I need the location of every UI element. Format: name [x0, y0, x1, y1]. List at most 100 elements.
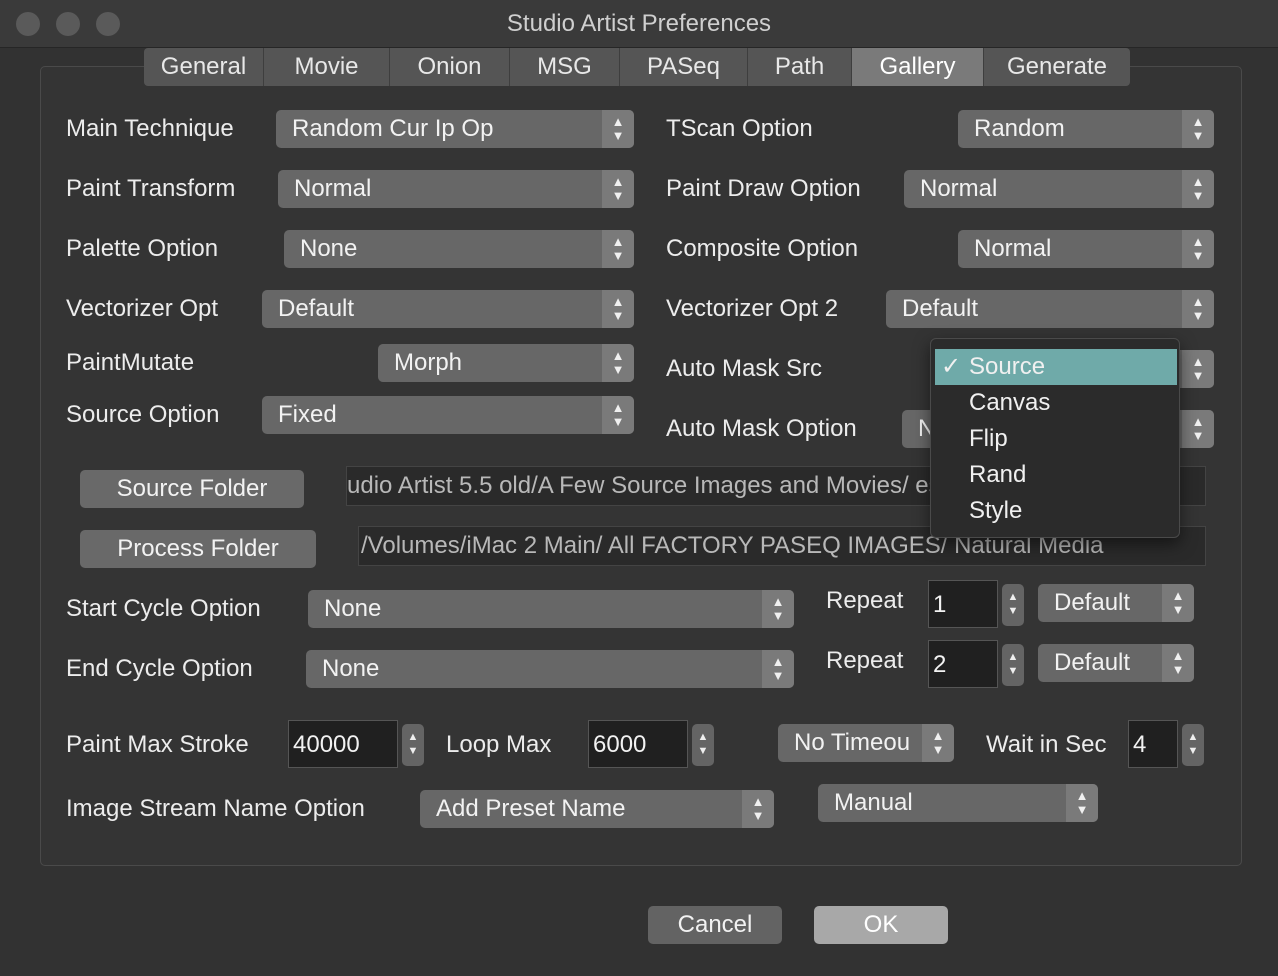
loop-max-stepper[interactable]: ▲ ▼	[692, 724, 714, 766]
updown-arrows-icon: ▲ ▼	[1182, 350, 1214, 388]
paint-max-stroke-field[interactable]: 40000	[288, 720, 398, 768]
updown-arrows-icon: ▲ ▼	[1162, 644, 1194, 682]
updown-arrows-icon: ▲ ▼	[1182, 230, 1214, 268]
updown-arrows-icon: ▲ ▼	[602, 290, 634, 328]
stream-mode-popup[interactable]: Manual ▲ ▼	[818, 784, 1098, 822]
composite-option-label: Composite Option	[666, 235, 859, 262]
start-repeat-label: Repeat	[826, 587, 904, 614]
paint-draw-option-value: Normal	[920, 175, 998, 202]
updown-arrows-icon: ▲ ▼	[1182, 170, 1214, 208]
updown-arrows-icon: ▲ ▼	[602, 344, 634, 382]
tab-msg[interactable]: MSG	[510, 48, 620, 86]
updown-arrows-icon: ▲ ▼	[1182, 290, 1214, 328]
main-technique-label: Main Technique	[66, 115, 234, 142]
preferences-tab-bar: General Movie Onion MSG PASeq Path Galle…	[144, 48, 1130, 86]
main-technique-popup[interactable]: Random Cur Ip Op ▲ ▼	[276, 110, 634, 148]
end-cycle-option-value: None	[322, 655, 380, 682]
updown-arrows-icon: ▲ ▼	[762, 590, 794, 628]
vectorizer-opt-2-value: Default	[902, 295, 979, 322]
paint-transform-label: Paint Transform	[66, 175, 236, 202]
start-cycle-option-popup[interactable]: None ▲ ▼	[308, 590, 794, 628]
vectorizer-opt-value: Default	[278, 295, 355, 322]
source-folder-path-text: udio Artist 5.5 old/A Few Source Images …	[347, 472, 941, 499]
palette-option-label: Palette Option	[66, 235, 219, 262]
source-option-label: Source Option	[66, 401, 220, 428]
source-folder-button[interactable]: Source Folder	[80, 470, 304, 508]
updown-arrows-icon: ▲ ▼	[1066, 784, 1098, 822]
wait-in-sec-stepper[interactable]: ▲ ▼	[1182, 724, 1204, 766]
timeout-popup[interactable]: No Timeou ▲ ▼	[778, 724, 954, 762]
paint-max-stroke-stepper[interactable]: ▲ ▼	[402, 724, 424, 766]
updown-arrows-icon: ▲ ▼	[602, 110, 634, 148]
start-repeat-stepper[interactable]: ▲ ▼	[1002, 584, 1024, 626]
cancel-button[interactable]: Cancel	[648, 906, 782, 944]
vectorizer-opt-2-label: Vectorizer Opt 2	[666, 295, 839, 322]
start-cycle-option-value: None	[324, 595, 382, 622]
window-title: Studio Artist Preferences	[506, 10, 772, 37]
paint-draw-option-popup[interactable]: Normal ▲ ▼	[904, 170, 1214, 208]
auto-mask-option-label: Auto Mask Option	[666, 415, 857, 442]
menu-item-canvas[interactable]: Canvas	[935, 385, 1177, 421]
auto-mask-src-menu: ✓ Source Canvas Flip Rand Style	[930, 338, 1180, 538]
end-cycle-option-popup[interactable]: None ▲ ▼	[306, 650, 794, 688]
end-repeat-stepper[interactable]: ▲ ▼	[1002, 644, 1024, 686]
timeout-value: No Timeou	[794, 729, 911, 756]
image-stream-name-popup[interactable]: Add Preset Name ▲ ▼	[420, 790, 774, 828]
menu-item-rand[interactable]: Rand	[935, 457, 1177, 493]
tab-onion[interactable]: Onion	[390, 48, 510, 86]
vectorizer-opt-popup[interactable]: Default ▲ ▼	[262, 290, 634, 328]
updown-arrows-icon: ▲ ▼	[762, 650, 794, 688]
auto-mask-src-label: Auto Mask Src	[666, 355, 823, 382]
paint-mutate-value: Morph	[394, 349, 463, 376]
image-stream-name-value: Add Preset Name	[436, 795, 626, 822]
paint-draw-option-label: Paint Draw Option	[666, 175, 861, 202]
ok-button[interactable]: OK	[814, 906, 948, 944]
end-repeat-mode-popup[interactable]: Default ▲ ▼	[1038, 644, 1194, 682]
image-stream-name-option-label: Image Stream Name Option	[66, 795, 365, 822]
start-repeat-mode-popup[interactable]: Default ▲ ▼	[1038, 584, 1194, 622]
paint-max-stroke-label: Paint Max Stroke	[66, 731, 249, 758]
tab-paseq[interactable]: PASeq	[620, 48, 748, 86]
menu-item-flip[interactable]: Flip	[935, 421, 1177, 457]
tscan-option-label: TScan Option	[666, 115, 813, 142]
tab-generate[interactable]: Generate	[984, 48, 1130, 86]
updown-arrows-icon: ▲ ▼	[742, 790, 774, 828]
vectorizer-opt-label: Vectorizer Opt	[66, 295, 219, 322]
vectorizer-opt-2-popup[interactable]: Default ▲ ▼	[886, 290, 1214, 328]
tab-general[interactable]: General	[144, 48, 264, 86]
main-technique-value: Random Cur Ip Op	[292, 115, 494, 142]
wait-in-sec-field[interactable]: 4	[1128, 720, 1178, 768]
palette-option-popup[interactable]: None ▲ ▼	[284, 230, 634, 268]
end-repeat-field[interactable]: 2	[928, 640, 998, 688]
start-cycle-option-label: Start Cycle Option	[66, 595, 261, 622]
end-repeat-mode-value: Default	[1054, 649, 1131, 676]
composite-option-value: Normal	[974, 235, 1052, 262]
tab-movie[interactable]: Movie	[264, 48, 390, 86]
paint-transform-popup[interactable]: Normal ▲ ▼	[278, 170, 634, 208]
tab-gallery[interactable]: Gallery	[852, 48, 984, 86]
updown-arrows-icon: ▲ ▼	[602, 170, 634, 208]
title-bar: Studio Artist Preferences	[0, 0, 1278, 48]
paint-transform-value: Normal	[294, 175, 372, 202]
palette-option-value: None	[300, 235, 358, 262]
loop-max-label: Loop Max	[446, 731, 552, 758]
wait-in-sec-label: Wait in Sec	[986, 731, 1107, 758]
updown-arrows-icon: ▲ ▼	[1182, 410, 1214, 448]
menu-item-style[interactable]: Style	[935, 493, 1177, 529]
tscan-option-value: Random	[974, 115, 1065, 142]
source-option-popup[interactable]: Fixed ▲ ▼	[262, 396, 634, 434]
menu-item-source[interactable]: ✓ Source	[935, 349, 1177, 385]
paint-mutate-popup[interactable]: Morph ▲ ▼	[378, 344, 634, 382]
composite-option-popup[interactable]: Normal ▲ ▼	[958, 230, 1214, 268]
paint-mutate-label: PaintMutate	[66, 349, 195, 376]
tab-path[interactable]: Path	[748, 48, 852, 86]
updown-arrows-icon: ▲ ▼	[1162, 584, 1194, 622]
loop-max-field[interactable]: 6000	[588, 720, 688, 768]
process-folder-button[interactable]: Process Folder	[80, 530, 316, 568]
updown-arrows-icon: ▲ ▼	[922, 724, 954, 762]
source-option-value: Fixed	[278, 401, 337, 428]
updown-arrows-icon: ▲ ▼	[1182, 110, 1214, 148]
tscan-option-popup[interactable]: Random ▲ ▼	[958, 110, 1214, 148]
start-repeat-field[interactable]: 1	[928, 580, 998, 628]
checkmark-icon: ✓	[941, 353, 962, 380]
